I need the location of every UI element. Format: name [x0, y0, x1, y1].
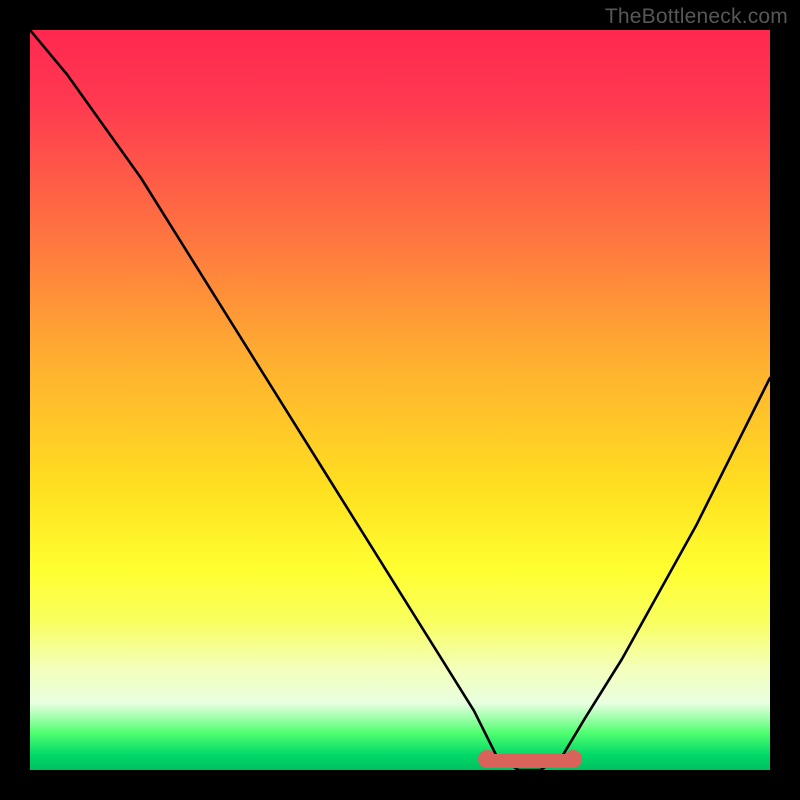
watermark-text: TheBottleneck.com [605, 5, 788, 29]
optimal-range-marker [484, 754, 574, 768]
bottleneck-curve [30, 30, 770, 770]
plot-area [30, 30, 770, 770]
curve-path [30, 30, 770, 770]
optimal-range-marker-cap-left [478, 750, 496, 768]
chart-frame: TheBottleneck.com [0, 0, 800, 800]
optimal-range-marker-cap-right [564, 750, 582, 768]
